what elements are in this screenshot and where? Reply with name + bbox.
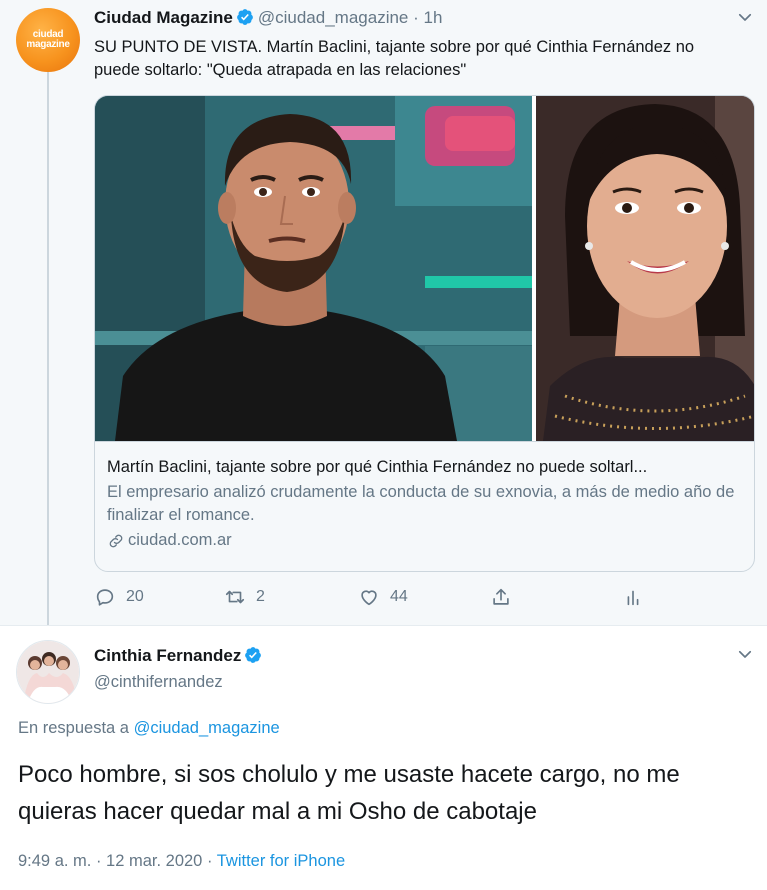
reply-context: En respuesta a @ciudad_magazine — [18, 717, 280, 739]
analytics-button[interactable] — [622, 586, 654, 608]
author-handle[interactable]: @cinthifernandez — [94, 671, 223, 693]
reply-button[interactable]: 20 — [94, 586, 144, 608]
verified-badge-icon — [236, 9, 253, 25]
meta-separator: · — [202, 852, 217, 870]
thread-tweet[interactable]: ciudad magazine Ciudad Magazine @ciudad_m… — [0, 0, 767, 625]
reply-count: 20 — [126, 588, 144, 605]
author-name[interactable]: Ciudad Magazine — [94, 8, 233, 27]
thread-connector-line — [47, 72, 49, 625]
share-button[interactable] — [490, 586, 522, 608]
ciudad-magazine-avatar[interactable]: ciudad magazine — [16, 8, 80, 72]
author-name[interactable]: Cinthia Fernandez — [94, 646, 241, 665]
link-preview-card[interactable]: Martín Baclini, tajante sobre por qué Ci… — [94, 95, 755, 572]
like-button[interactable]: 44 — [358, 586, 408, 608]
tweet-text: SU PUNTO DE VISTA. Martín Baclini, tajan… — [94, 38, 695, 79]
tweet-text: Poco hombre, si sos cholulo y me usaste … — [18, 761, 680, 825]
card-photo-collage — [95, 96, 754, 441]
card-domain-text: ciudad.com.ar — [128, 531, 232, 549]
tweet-actions: 20 2 44 — [94, 586, 734, 614]
focused-tweet: Cinthia Fernandez @cinthifernandez En re… — [0, 625, 767, 890]
cinthia-fernandez-avatar[interactable] — [16, 640, 80, 704]
avatar-logo-text: magazine — [26, 39, 70, 50]
card-image[interactable] — [95, 96, 754, 441]
reply-mention-link[interactable]: @ciudad_magazine — [134, 719, 280, 737]
link-icon — [109, 534, 123, 547]
chevron-down-icon[interactable] — [736, 8, 754, 26]
share-icon — [493, 588, 509, 605]
tweet-timestamp[interactable]: 9:49 a. m. · 12 mar. 2020 — [18, 852, 202, 870]
analytics-icon — [627, 590, 639, 606]
like-icon — [361, 590, 377, 606]
card-title[interactable]: Martín Baclini, tajante sobre por qué Ci… — [107, 456, 744, 479]
card-description: El empresario analizó crudamente la cond… — [107, 483, 735, 524]
handle-time-separator: · — [408, 8, 424, 27]
verified-badge-icon — [245, 647, 262, 663]
retweet-icon — [225, 590, 245, 604]
card-text[interactable]: Martín Baclini, tajante sobre por qué Ci… — [95, 441, 754, 571]
tweet-divider — [0, 625, 767, 626]
reply-prefix: En respuesta a — [18, 719, 129, 737]
tweet-source-link[interactable]: Twitter for iPhone — [217, 852, 345, 870]
avatar-photo — [17, 641, 79, 703]
like-count: 44 — [390, 588, 408, 605]
tweet-header: Cinthia Fernandez — [94, 645, 266, 667]
chevron-down-icon[interactable] — [736, 645, 754, 663]
reply-icon — [96, 589, 114, 606]
author-handle[interactable]: @ciudad_magazine — [258, 8, 409, 27]
tweet-header: Ciudad Magazine @ciudad_magazine · 1h — [94, 7, 442, 29]
tweet-time[interactable]: 1h — [424, 8, 443, 27]
retweet-count: 2 — [256, 588, 265, 605]
retweet-button[interactable]: 2 — [224, 586, 265, 608]
card-domain[interactable]: ciudad.com.ar — [107, 529, 744, 552]
tweet-metadata: 9:49 a. m. · 12 mar. 2020 · Twitter for … — [18, 850, 345, 872]
